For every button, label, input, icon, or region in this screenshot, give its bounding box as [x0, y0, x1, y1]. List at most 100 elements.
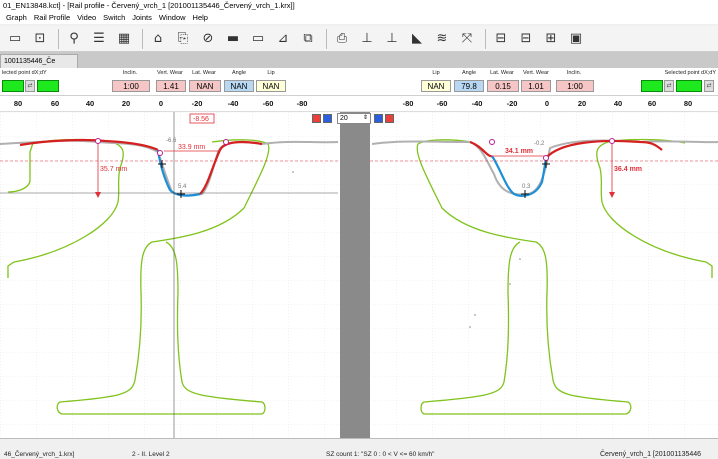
- right-inclin-label: Inclin.: [566, 70, 582, 76]
- left-lat-wear-label: Lat. Wear: [192, 70, 216, 76]
- status-file: 46_Červený_vrch_1.krx]: [4, 451, 75, 458]
- ruler-tick: -20: [506, 99, 518, 108]
- right-red-toggle[interactable]: [385, 114, 394, 123]
- ruler-tick: 0: [158, 99, 164, 108]
- left-marker-top[interactable]: [95, 138, 101, 144]
- left-lat-wear-value: NAN: [189, 80, 221, 92]
- ruler-tick: 80: [683, 99, 693, 108]
- flat-icon[interactable]: ▭: [247, 28, 269, 50]
- ruler-tick: -60: [436, 99, 448, 108]
- window-icon[interactable]: ▣: [565, 28, 587, 50]
- menu-window[interactable]: Window: [159, 12, 186, 24]
- left-selected-dx: [2, 80, 24, 92]
- wheel-icon[interactable]: ◣: [406, 28, 428, 50]
- menu-rail-profile[interactable]: Rail Profile: [34, 12, 70, 24]
- center-splitter[interactable]: [340, 112, 370, 438]
- grid-icon[interactable]: ▦: [113, 28, 135, 50]
- right-selected-dy: [676, 80, 702, 92]
- ruler-tick: -80: [296, 99, 308, 108]
- ruler-tick: 60: [647, 99, 657, 108]
- overlay-icon[interactable]: ⊘: [197, 28, 219, 50]
- left-inclin-value: 1:00: [112, 80, 150, 92]
- split-v-icon[interactable]: ⊟: [515, 28, 537, 50]
- ruler-tick: -80: [402, 99, 414, 108]
- document-tab[interactable]: 1001135446_Če: [0, 54, 78, 68]
- layers-icon[interactable]: ⧉: [297, 28, 319, 50]
- ruler-tick: 60: [50, 99, 60, 108]
- left-swap-button[interactable]: ⇄: [25, 80, 35, 92]
- ruler-tick: -40: [227, 99, 239, 108]
- toolbar-separator: [142, 28, 143, 49]
- right-offset-label-bottom: 0.3: [522, 184, 531, 190]
- noise-dot: [469, 326, 471, 328]
- left-marker-gauge[interactable]: [223, 139, 229, 145]
- app-window: 01_EN13848.kct] - [Rail profile - Červen…: [0, 0, 718, 459]
- right-marker-flank[interactable]: [543, 155, 549, 161]
- right-selected-point-label: Selected point dX;dY: [664, 70, 716, 76]
- left-vert-wear-label: Vert. Wear: [157, 70, 183, 76]
- profile-plot-area[interactable]: 35.7 mm 33.9 mm -6.6 5.4 -8.56 36.4 mm 3…: [0, 112, 718, 438]
- magnifier-icon[interactable]: ⚲: [63, 28, 85, 50]
- right-blue-toggle[interactable]: [374, 114, 383, 123]
- split-h-icon[interactable]: ⊟: [490, 28, 512, 50]
- menu-video[interactable]: Video: [77, 12, 96, 24]
- left-vert-wear-value: 1.41: [156, 80, 186, 92]
- right-lat-wear-value: 0.15: [487, 80, 519, 92]
- export-icon[interactable]: ⎘: [172, 28, 194, 50]
- left-offset-label-bottom: 5.4: [178, 184, 187, 190]
- measure-icon[interactable]: ▬: [222, 28, 244, 50]
- right-width-label: 34.1 mm: [505, 148, 533, 155]
- document-tab-strip: 1001135446_Če: [0, 52, 718, 68]
- compare-icon[interactable]: ⊿: [272, 28, 294, 50]
- left-red-toggle[interactable]: [312, 114, 321, 123]
- right-height-label: 36.4 mm: [614, 166, 642, 173]
- rail-right-icon[interactable]: ⊥: [381, 28, 403, 50]
- right-extra-button[interactable]: ⇄: [704, 80, 714, 92]
- right-marker-gauge[interactable]: [489, 139, 495, 145]
- rail-left-icon[interactable]: ⊥: [356, 28, 378, 50]
- status-bar: 46_Červený_vrch_1.krx] 2 - II. Level 2 S…: [0, 438, 718, 459]
- left-height-label: 35.7 mm: [100, 166, 127, 173]
- ruler-tick: 80: [13, 99, 23, 108]
- right-lat-wear-label: Lat. Wear: [490, 70, 514, 76]
- menu-graph[interactable]: Graph: [6, 12, 27, 24]
- spinner-arrows-icon[interactable]: ⇕: [363, 114, 368, 123]
- left-marker-flank[interactable]: [157, 150, 163, 156]
- ruler-tick: 0: [544, 99, 550, 108]
- ruler-tick: 40: [613, 99, 623, 108]
- tile-icon[interactable]: ⊞: [540, 28, 562, 50]
- left-lip-label: Lip: [267, 70, 275, 76]
- left-cursor-readout: -8.56: [193, 116, 209, 123]
- noise-dot: [509, 283, 511, 285]
- window-title: 01_EN13848.kct] - [Rail profile - Červen…: [0, 0, 718, 12]
- right-vert-wear-label: Vert. Wear: [523, 70, 549, 76]
- wear-icon[interactable]: ≋: [431, 28, 453, 50]
- noise-dot: [292, 171, 294, 173]
- right-marker-top[interactable]: [609, 138, 615, 144]
- left-offset-label-top: -6.6: [166, 138, 177, 144]
- menu-joints[interactable]: Joints: [132, 12, 152, 24]
- expand-icon[interactable]: ⤧: [456, 28, 478, 50]
- status-level: 2 - II. Level 2: [132, 451, 170, 458]
- left-selected-dy: [37, 80, 59, 92]
- profile-icon[interactable]: ⌂: [147, 28, 169, 50]
- right-inclin-value: 1:00: [556, 80, 594, 92]
- print-icon[interactable]: ⎙: [331, 28, 353, 50]
- right-angle-value: 79.8: [454, 80, 484, 92]
- left-blue-toggle[interactable]: [323, 114, 332, 123]
- list-icon[interactable]: ☰: [88, 28, 110, 50]
- noise-dot: [474, 314, 476, 316]
- menu-help[interactable]: Help: [193, 12, 208, 24]
- zoom-spinner[interactable]: 20 ⇕: [337, 113, 371, 124]
- zoom-fit-icon[interactable]: ▭: [4, 28, 26, 50]
- menu-switch[interactable]: Switch: [103, 12, 125, 24]
- toolbar-separator: [485, 28, 486, 49]
- left-lip-value: NAN: [256, 80, 286, 92]
- left-inclin-label: Inclin.: [122, 70, 138, 76]
- right-swap-button[interactable]: ⇄: [664, 80, 674, 92]
- zoom-rect-icon[interactable]: ⊡: [29, 28, 51, 50]
- toolbar-separator: [326, 28, 327, 49]
- right-selected-dx: [641, 80, 663, 92]
- ruler-tick: -40: [471, 99, 483, 108]
- ruler-tick: -20: [191, 99, 203, 108]
